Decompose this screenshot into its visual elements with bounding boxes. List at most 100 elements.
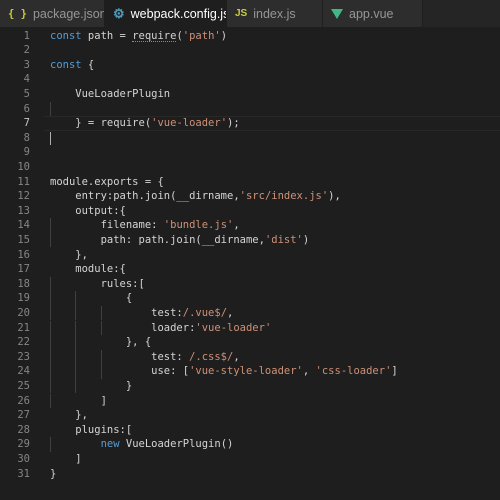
tab-index-js[interactable]: JS index.js — [227, 0, 323, 27]
tab-package-json[interactable]: { } package.json — [0, 0, 105, 27]
code-line[interactable]: }, { — [50, 335, 151, 350]
code-token: , — [233, 219, 240, 232]
code-token: VueLoaderPlugin — [50, 87, 171, 100]
string-token: 'css-loader' — [315, 365, 392, 378]
code-token: output:{ — [50, 204, 126, 217]
string-token: 'src/index.js' — [239, 190, 329, 203]
code-token: } = require( — [50, 117, 152, 130]
line-number: 22 — [17, 336, 30, 349]
code-line[interactable]: }, — [50, 408, 88, 423]
code-line[interactable]: ] — [50, 452, 82, 467]
line-number: 20 — [17, 306, 30, 319]
string-token: 'dist' — [264, 233, 303, 246]
tab-bar: { } package.json ⚙ webpack.config.js JS index… — [0, 0, 500, 27]
line-number: 4 — [23, 73, 30, 86]
code-line[interactable]: use: ['vue-style-loader', 'css-loader'] — [50, 364, 398, 379]
code-line[interactable]: } — [50, 379, 132, 394]
code-token: { — [81, 58, 95, 71]
string-token: 'vue-loader' — [195, 321, 272, 334]
string-token: /.css$/ — [189, 350, 234, 363]
code-token: }, — [50, 248, 88, 261]
code-line[interactable]: } — [50, 467, 56, 482]
line-number: 19 — [17, 292, 30, 305]
string-token: 'path' — [182, 29, 221, 42]
code-token: ] — [50, 394, 107, 407]
line-number: 10 — [17, 160, 30, 173]
line-number: 30 — [17, 452, 30, 465]
code-line[interactable]: VueLoaderPlugin — [50, 87, 170, 102]
code-token: , — [233, 350, 240, 363]
string-token: 'vue-loader' — [151, 117, 228, 130]
string-token: 'vue-style-loader' — [189, 365, 303, 378]
code-token: ); — [227, 117, 240, 130]
keyword-token: const — [50, 29, 82, 42]
code-line[interactable]: test: /.css$/, — [50, 350, 240, 365]
code-token: { — [50, 292, 133, 305]
code-line[interactable]: plugins:[ — [50, 423, 132, 438]
code-line[interactable]: const { — [50, 58, 94, 73]
code-token: module.exports = { — [50, 175, 164, 188]
line-number: 24 — [17, 365, 30, 378]
tab-app-vue[interactable]: app.vue — [323, 0, 423, 27]
line-number: 16 — [17, 248, 30, 261]
code-line[interactable]: entry:path.join(__dirname,'src/index.js'… — [50, 189, 341, 204]
code-line[interactable]: module.exports = { — [50, 175, 164, 190]
code-token: path: path.join(__dirname, — [50, 233, 265, 246]
code-token: ] — [50, 452, 82, 465]
code-line[interactable]: ] — [50, 394, 107, 409]
line-number: 7 — [23, 117, 30, 130]
tab-label: index.js — [253, 6, 296, 21]
line-number: 11 — [17, 175, 30, 188]
vue-icon — [331, 8, 343, 19]
code-token: filename: — [50, 219, 164, 232]
code-token: ), — [328, 190, 341, 203]
line-number: 21 — [17, 321, 30, 334]
code-token: } — [50, 379, 133, 392]
code-token: test: — [50, 350, 190, 363]
code-line[interactable]: } = require('vue-loader'); — [50, 116, 240, 131]
keyword-token: new — [100, 438, 120, 451]
tab-label: package.json — [32, 6, 105, 21]
code-token: loader: — [50, 321, 196, 334]
line-number: 25 — [17, 379, 30, 392]
string-token: 'bundle.js' — [163, 219, 234, 232]
code-line[interactable]: module:{ — [50, 262, 126, 277]
code-editor[interactable]: 1 const path = require('path') 2 3 const {4 5… — [0, 27, 500, 500]
code-line[interactable]: test:/.vue$/, — [50, 306, 233, 321]
tab-label: webpack.config.js — [130, 6, 227, 21]
code-token: rules:[ — [50, 277, 145, 290]
code-line[interactable]: path: path.join(__dirname,'dist') — [50, 233, 310, 248]
line-number: 8 — [23, 131, 30, 144]
code-token: VueLoaderPlugin() — [119, 438, 234, 451]
line-number: 9 — [23, 146, 30, 159]
code-token: ] — [391, 365, 398, 378]
line-number: 14 — [17, 219, 30, 232]
code-line[interactable]: { — [50, 291, 132, 306]
line-number: 15 — [17, 233, 30, 246]
code-line[interactable]: output:{ — [50, 204, 126, 219]
line-number: 26 — [17, 394, 30, 407]
line-number: 12 — [17, 190, 30, 203]
hint-underline — [132, 41, 177, 43]
code-line[interactable]: new VueLoaderPlugin() — [50, 437, 234, 452]
indent-guide — [50, 101, 51, 117]
line-number: 5 — [23, 87, 30, 100]
code-token: module:{ — [50, 263, 126, 276]
tab-label: app.vue — [349, 6, 394, 21]
tab-webpack-config-js[interactable]: ⚙ webpack.config.js — [105, 0, 227, 27]
line-number: 23 — [17, 350, 30, 363]
code-token: }, — [50, 409, 88, 422]
code-token: use: [ — [50, 365, 190, 378]
code-line[interactable]: loader:'vue-loader' — [50, 321, 271, 336]
code-line[interactable]: filename: 'bundle.js', — [50, 218, 240, 233]
string-token: /.vue$/ — [182, 306, 228, 319]
code-line[interactable]: rules:[ — [50, 277, 145, 292]
code-token: entry:path.join(__dirname, — [50, 190, 240, 203]
line-number: 18 — [17, 277, 30, 290]
line-number: 13 — [17, 204, 30, 217]
code-token: } — [50, 467, 57, 480]
code-line[interactable]: }, — [50, 248, 88, 263]
json-icon: { } — [8, 7, 27, 20]
line-number: 2 — [23, 44, 30, 57]
